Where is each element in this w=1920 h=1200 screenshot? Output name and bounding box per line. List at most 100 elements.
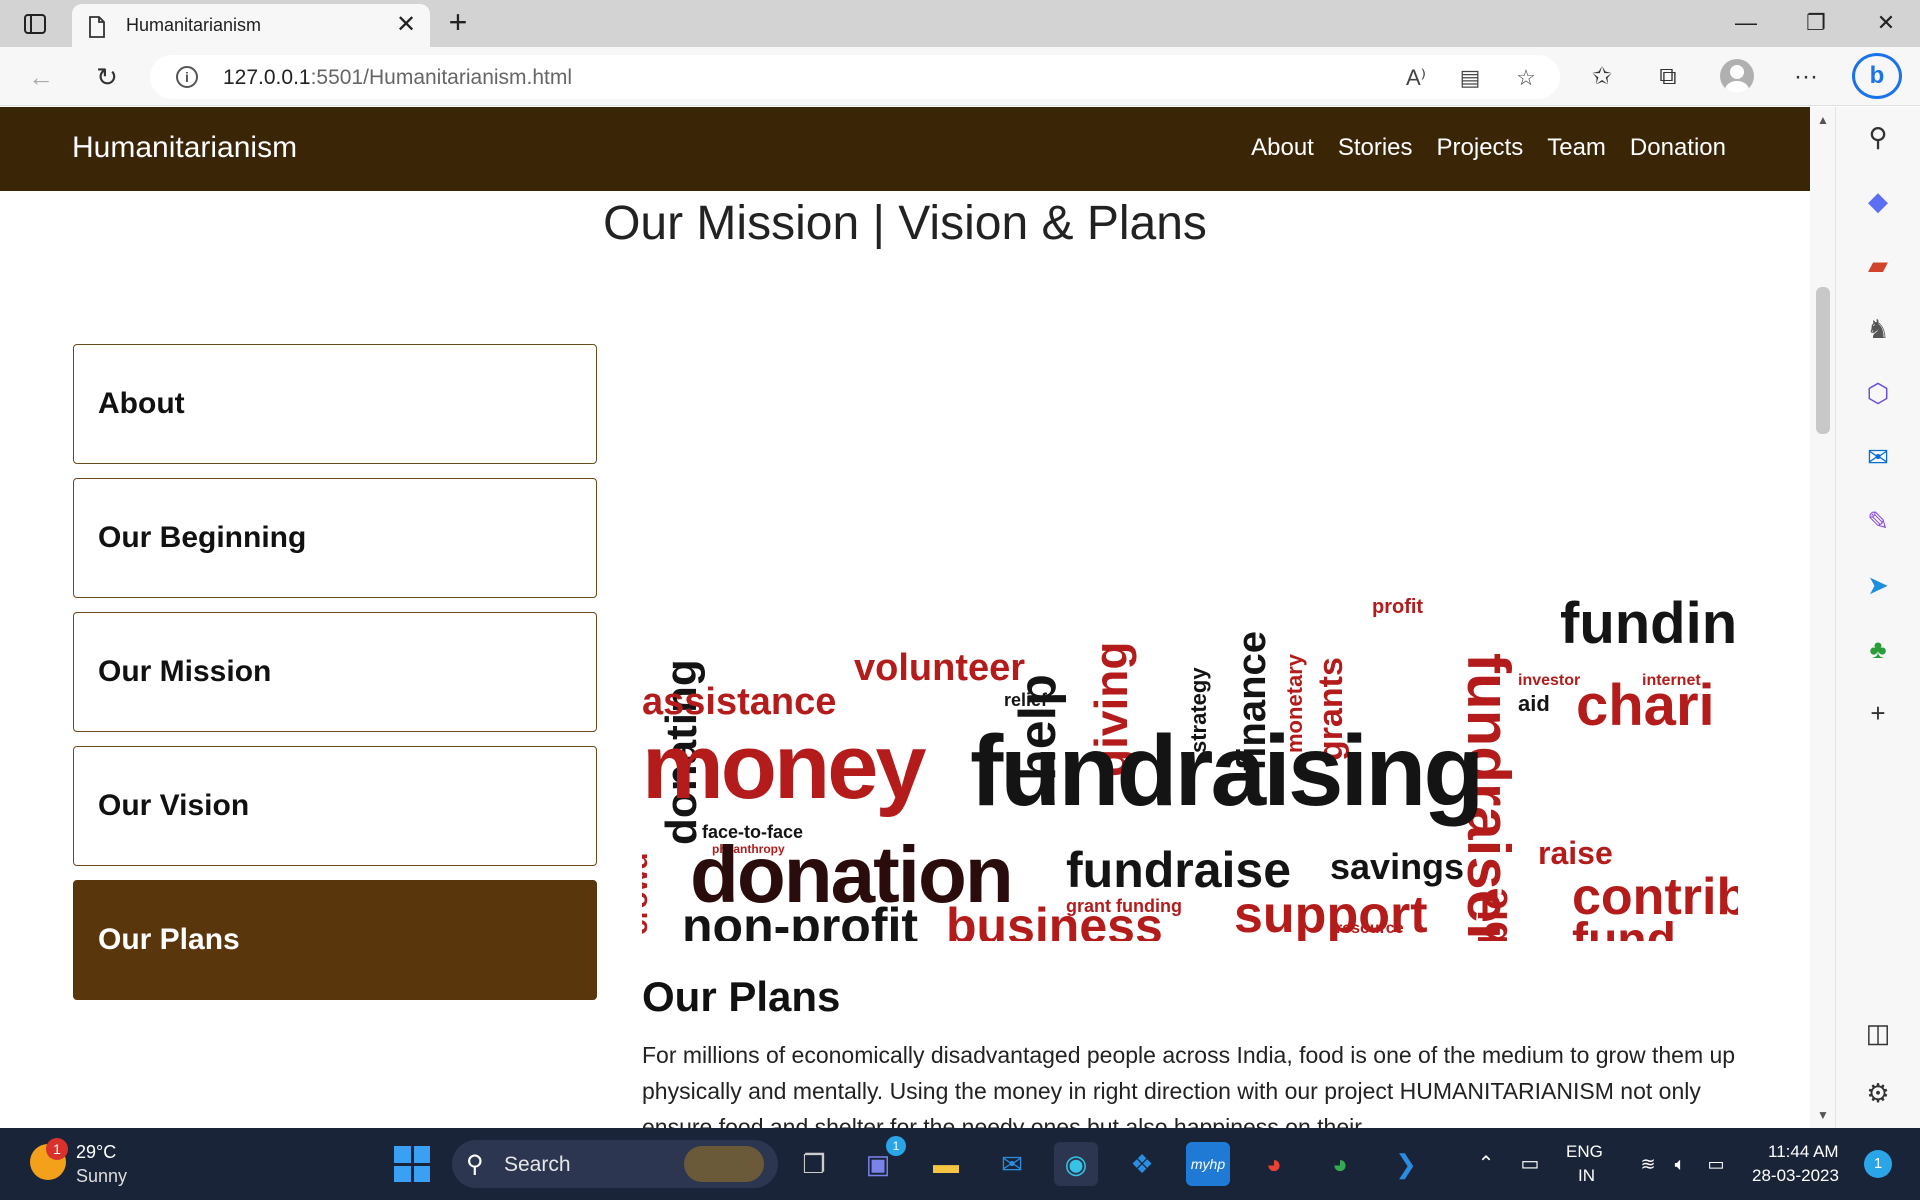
site-brand[interactable]: Humanitarianism [72, 131, 297, 165]
collections-icon[interactable]: ⧉ [1652, 61, 1684, 93]
more-options-icon[interactable]: ··· [1790, 61, 1822, 93]
word-aid: aid [1518, 691, 1550, 716]
word-business: business [946, 898, 1163, 941]
settings-gear-icon[interactable]: ⚙ [1858, 1073, 1898, 1113]
nav-link-stories[interactable]: Stories [1338, 134, 1413, 162]
taskbar: 1 29°C Sunny ⚲ Search ❐ ▣ 1 ▬ ✉ ◉ ❖ myhp… [0, 1128, 1920, 1200]
outlook-icon[interactable]: ✉ [1858, 437, 1898, 477]
edge-sidebar: ⚲ ◆ ▰ ♞ ⬡ ✉ ✎ ➤ ♣ + ◫ ⚙ [1836, 107, 1920, 1128]
teams-badge: 1 [886, 1136, 906, 1156]
myhp-icon[interactable]: myhp [1186, 1142, 1230, 1186]
word-money: money [642, 716, 927, 818]
weather-condition[interactable]: Sunny [76, 1166, 127, 1187]
nav-link-team[interactable]: Team [1547, 134, 1606, 162]
mail-icon[interactable]: ✉ [990, 1142, 1034, 1186]
battery-icon[interactable]: ▭ [1694, 1142, 1738, 1186]
close-window-icon[interactable]: ✕ [1866, 8, 1906, 38]
taskbar-search-label: Search [504, 1153, 571, 1176]
favorites-icon[interactable]: ✩ [1586, 61, 1618, 93]
site-nav-links: About Stories Projects Team Donation [1251, 134, 1726, 162]
start-windows-icon[interactable] [394, 1146, 430, 1182]
scroll-up-arrow-icon[interactable]: ▲ [1817, 113, 1829, 127]
scroll-down-arrow-icon[interactable]: ▼ [1817, 1108, 1829, 1122]
section-item-about[interactable]: About [73, 344, 597, 464]
sidebar-toggle-icon[interactable]: ◫ [1858, 1013, 1898, 1053]
word-fundraising: fundraising [970, 715, 1484, 827]
close-tab-icon[interactable]: ✕ [394, 13, 418, 37]
word-raise: raise [1538, 835, 1613, 871]
new-tab-button[interactable]: + [442, 6, 474, 40]
weather-temperature[interactable]: 29°C [76, 1142, 116, 1163]
tree-icon[interactable]: ♣ [1858, 629, 1898, 669]
scroll-thumb[interactable] [1816, 287, 1830, 434]
search-icon[interactable]: ⚲ [1858, 117, 1898, 157]
language-region[interactable]: IN [1578, 1166, 1595, 1186]
add-icon[interactable]: + [1858, 693, 1898, 733]
section-item-our-vision[interactable]: Our Vision [73, 746, 597, 866]
language-code[interactable]: ENG [1566, 1142, 1603, 1162]
url-text[interactable]: 127.0.0.1:5501/Humanitarianism.html [223, 66, 572, 90]
word-volunteer: volunteer [854, 647, 1026, 689]
tools-icon[interactable]: ▰ [1858, 245, 1898, 285]
section-item-our-plans[interactable]: Our Plans [73, 880, 597, 1000]
tab-title: Humanitarianism [126, 15, 262, 35]
bing-copilot-icon[interactable]: b [1852, 53, 1902, 99]
chrome-profile-k-icon[interactable]: ◕ [1252, 1142, 1296, 1186]
fundraising-word-cloud-image: fundraiser donating volunteer help givin… [642, 341, 1738, 941]
page-scrollbar[interactable]: ▲ ▼ [1810, 107, 1836, 1128]
section-item-our-mission[interactable]: Our Mission [73, 612, 597, 732]
section-paragraph: For millions of economically disadvantag… [642, 1042, 1736, 1128]
read-aloud-icon[interactable]: A⁾ [1402, 65, 1430, 91]
word-investor: investor [1518, 672, 1581, 689]
task-view-icon[interactable]: ❐ [792, 1142, 836, 1186]
nav-link-donation[interactable]: Donation [1630, 134, 1726, 162]
send-icon[interactable]: ➤ [1858, 565, 1898, 605]
vscode-icon[interactable]: ❯ [1384, 1142, 1428, 1186]
edge-browser-icon[interactable]: ◉ [1054, 1142, 1098, 1186]
immersive-reader-icon[interactable]: ▤ [1456, 65, 1484, 91]
nav-link-about[interactable]: About [1251, 134, 1314, 162]
word-savings: savings [1330, 846, 1465, 887]
word-resource: resource [1336, 920, 1404, 937]
page-viewport: Humanitarianism About Stories Projects T… [0, 107, 1810, 1128]
add-favorite-icon[interactable]: ☆ [1512, 65, 1540, 91]
site-navbar: Humanitarianism About Stories Projects T… [0, 107, 1810, 191]
profile-avatar[interactable] [1720, 59, 1754, 93]
taskbar-search[interactable]: ⚲ Search [452, 1140, 778, 1188]
notification-count[interactable]: 1 [1864, 1150, 1892, 1178]
url-field[interactable]: i 127.0.0.1:5501/Humanitarianism.html A⁾… [150, 55, 1560, 99]
tab-bar: Humanitarianism ✕ + — ❐ ✕ [0, 0, 1920, 47]
designer-icon[interactable]: ✎ [1858, 501, 1898, 541]
minimize-icon[interactable]: — [1726, 8, 1766, 38]
word-profit: profit [1372, 596, 1424, 618]
show-hidden-icons-chevron-icon[interactable]: ⌃ [1464, 1142, 1508, 1186]
page-title: Our Mission | Vision & Plans [603, 197, 1207, 250]
dropbox-icon[interactable]: ❖ [1120, 1142, 1164, 1186]
search-highlight-image [684, 1146, 764, 1182]
section-item-our-beginning[interactable]: Our Beginning [73, 478, 597, 598]
word-fundin: fundin [1560, 591, 1738, 656]
refresh-icon[interactable]: ↻ [88, 58, 126, 96]
word-crowd: crowd [642, 852, 653, 935]
back-icon[interactable]: ← [22, 58, 60, 96]
microsoft-365-icon[interactable]: ⬡ [1858, 373, 1898, 413]
shopping-tag-icon[interactable]: ◆ [1858, 181, 1898, 221]
tab-actions-icon[interactable] [20, 10, 50, 38]
restore-icon[interactable]: ❐ [1796, 8, 1836, 38]
games-icon[interactable]: ♞ [1858, 309, 1898, 349]
address-bar-row: ← ↻ i 127.0.0.1:5501/Humanitarianism.htm… [0, 47, 1920, 106]
nav-link-projects[interactable]: Projects [1437, 134, 1524, 162]
word-chari: chari [1576, 673, 1715, 738]
touch-keyboard-icon[interactable]: ▭ [1508, 1142, 1552, 1186]
site-info-icon[interactable]: i [176, 66, 198, 88]
word-relief: relief [1004, 690, 1048, 710]
weather-badge: 1 [46, 1138, 68, 1160]
clock-time[interactable]: 11:44 AM [1768, 1142, 1839, 1162]
file-explorer-icon[interactable]: ▬ [924, 1142, 968, 1186]
section-title: Our Plans [642, 973, 841, 1020]
chrome-profile-i-icon[interactable]: ◕ [1318, 1142, 1362, 1186]
active-tab[interactable]: Humanitarianism ✕ [72, 4, 430, 47]
word-non-profit: non-profit [682, 898, 919, 941]
search-icon: ⚲ [466, 1151, 484, 1178]
clock-date[interactable]: 28-03-2023 [1752, 1166, 1839, 1186]
